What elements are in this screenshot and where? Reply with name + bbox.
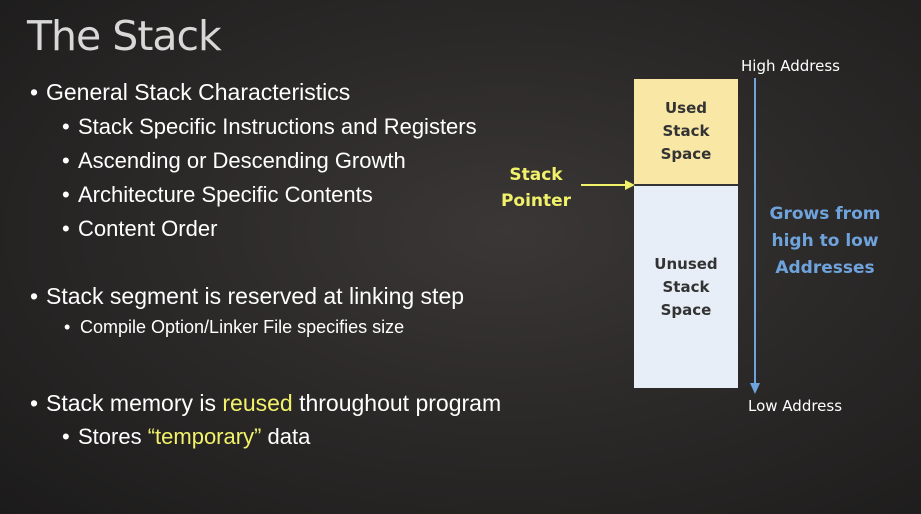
bullet-dot-icon: • <box>30 283 39 309</box>
bullet-text: Stack Specific Instructions and Register… <box>78 114 477 139</box>
bullet-text: Architecture Specific Contents <box>78 182 373 207</box>
unused-stack-space: Unused Stack Space <box>634 186 738 388</box>
bullet-general-characteristics: • General Stack Characteristics <box>30 81 350 104</box>
unused-space-line: Unused <box>654 254 718 273</box>
used-stack-space: Used Stack Space <box>634 79 738 186</box>
bullet-dot-icon: • <box>62 424 70 449</box>
growth-line: Addresses <box>775 258 875 278</box>
bullet-text: throughout program <box>292 390 502 416</box>
bullet-text: Compile Option/Linker File specifies siz… <box>80 317 405 337</box>
bullet-dot-icon: • <box>64 317 71 337</box>
bullet-text: Stores <box>78 424 148 449</box>
bullet-content-order: • Content Order <box>62 218 217 240</box>
bullet-stack-memory: • Stack memory is reused throughout progr… <box>30 392 501 415</box>
unused-space-line: Stack <box>662 277 710 296</box>
used-space-line: Used <box>664 99 707 117</box>
stack-pointer-line: Stack <box>509 165 563 185</box>
bullet-growth: • Ascending or Descending Growth <box>62 150 406 172</box>
used-space-line: Stack <box>662 122 710 140</box>
stack-pointer-arrow-icon <box>581 180 635 190</box>
bullet-dot-icon: • <box>62 216 70 241</box>
bullet-text: General Stack Characteristics <box>46 79 351 105</box>
used-space-line: Space <box>660 145 712 163</box>
slide-title: The Stack <box>27 12 222 60</box>
low-address-label: Low Address <box>748 397 843 415</box>
highlight-temporary: “temporary” <box>147 424 262 449</box>
bullet-compile-option: • Compile Option/Linker File specifies si… <box>64 318 404 336</box>
bullet-dot-icon: • <box>62 114 70 139</box>
bullet-stack-segment: • Stack segment is reserved at linking st… <box>30 285 464 308</box>
bullet-dot-icon: • <box>62 182 70 207</box>
stack-pointer-label: Stack Pointer <box>496 162 576 214</box>
growth-line: Grows from <box>769 204 881 224</box>
stack-pointer-line: Pointer <box>500 191 572 211</box>
bullet-text: Content Order <box>78 216 218 241</box>
unused-space-line: Space <box>660 300 712 319</box>
bullet-text: data <box>261 424 311 449</box>
bullet-text: Stack segment is reserved at linking ste… <box>46 283 465 309</box>
bullet-dot-icon: • <box>30 390 39 416</box>
bullet-dot-icon: • <box>30 79 39 105</box>
bullet-temporary-data: • Stores “temporary” data <box>62 426 310 448</box>
bullet-stack-instructions: • Stack Specific Instructions and Registe… <box>62 116 477 138</box>
bullet-dot-icon: • <box>62 148 70 173</box>
growth-direction-label: Grows from high to low Addresses <box>760 201 890 282</box>
bullet-architecture: • Architecture Specific Contents <box>62 184 373 206</box>
bullet-text: Stack memory is <box>46 390 223 416</box>
bullet-text: Ascending or Descending Growth <box>78 148 406 173</box>
growth-line: high to low <box>771 231 879 251</box>
highlight-reused: reused <box>222 390 293 416</box>
high-address-label: High Address <box>741 57 840 75</box>
